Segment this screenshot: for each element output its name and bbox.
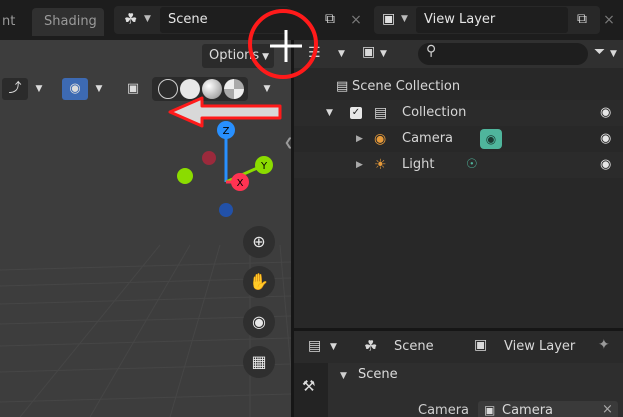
outliner-item-label: Scene Collection [352, 79, 461, 94]
camera-icon[interactable]: ◉ [243, 306, 275, 338]
collection-checkbox[interactable]: ✓ [350, 107, 362, 119]
grid-icon[interactable]: ▦ [243, 346, 275, 378]
neg-y-axis-handle [177, 168, 193, 184]
rendered-shading-icon[interactable] [224, 79, 244, 99]
properties-view-layer-label[interactable]: View Layer [504, 339, 575, 354]
workspace-tab-layout[interactable]: nt [2, 8, 24, 36]
chevron-down-icon[interactable]: ▼ [610, 49, 617, 59]
pin-icon[interactable]: ✦ [598, 337, 610, 353]
workspace-tab-shading[interactable]: Shading [32, 8, 104, 36]
navigation-gizmo[interactable]: Z Y X [170, 120, 280, 230]
tool-settings-wrench-icon[interactable]: ⚒ [302, 377, 315, 395]
new-scene-copy-icon[interactable]: ⧉ [318, 8, 342, 32]
outliner-row-collection[interactable]: ▼ ✓ ▤ Collection ◉ [294, 100, 623, 126]
top-header-bar: nt Shading ☘ ▼ Scene ⧉ × ▣ ▼ View Layer … [0, 0, 623, 40]
expand-triangle-icon[interactable]: ▶ [356, 152, 363, 178]
zoom-icon[interactable]: ⊕ [243, 226, 275, 258]
viewport-options-button[interactable]: Options ▼ [202, 44, 274, 68]
outliner-row-scene-collection[interactable]: ▤ Scene Collection [294, 74, 623, 100]
camera-field-label: Camera [418, 403, 470, 417]
z-axis-label: Z [223, 126, 230, 137]
material-preview-shading-icon[interactable] [202, 79, 222, 99]
editor-type-icon[interactable]: ☰ [308, 45, 321, 61]
expand-triangle-icon[interactable]: ▶ [356, 126, 363, 152]
filter-icon[interactable]: ⏷ [594, 44, 605, 60]
scene-icon: ☘ [124, 10, 138, 28]
collection-icon: ▤ [374, 105, 388, 121]
scene-panel-title[interactable]: Scene [358, 367, 398, 382]
display-mode-icon[interactable]: ▣ [362, 44, 375, 60]
properties-content: ▼ Scene Camera ▣ Camera × [328, 363, 623, 417]
scene-selector[interactable]: ☘ ▼ Scene [114, 6, 290, 34]
camera-icon: ▣ [484, 403, 496, 417]
gizmo-toggle-icon[interactable]: ⤴ [2, 78, 28, 100]
chevron-down-icon[interactable]: ▼ [260, 78, 274, 100]
camera-data-icon[interactable]: ◉ [480, 129, 502, 149]
view-layer-name-field[interactable]: View Layer [416, 7, 568, 33]
hand-icon[interactable]: ✋ [243, 266, 275, 298]
chevron-down-icon: ▼ [144, 14, 151, 24]
3d-viewport[interactable]: Options▼ ⤴ ▼ ◉ ▼ ▣ ▼ ❮ Z Y X ⊕ ✋ ◉ ▦ [0, 40, 291, 417]
view-layer-selector[interactable]: ▣ ▼ View Layer [374, 6, 600, 34]
camera-object-icon: ◉ [374, 131, 387, 147]
chevron-down-icon: ▼ [401, 14, 408, 24]
properties-panel: ▤ ▼ ☘ Scene ▣ View Layer ✦ ⚒ ▼ Scene Cam… [294, 331, 623, 417]
visibility-eye-icon[interactable]: ◉ [600, 126, 611, 152]
neg-z-axis-handle [219, 203, 233, 217]
camera-field-input[interactable]: ▣ Camera × [478, 401, 618, 417]
expand-triangle-icon[interactable]: ▼ [326, 100, 333, 126]
outliner-item-label: Camera [402, 131, 454, 146]
chevron-down-icon[interactable]: ▼ [380, 49, 387, 59]
chevron-down-icon[interactable]: ▼ [330, 342, 337, 352]
viewport-header-toolbar: ⤴ ▼ ◉ ▼ ▣ ▼ [0, 76, 291, 102]
delete-scene-close-icon[interactable]: × [345, 8, 367, 32]
delete-view-layer-close-icon[interactable]: × [598, 8, 620, 32]
chevron-down-icon[interactable]: ▼ [32, 78, 46, 100]
scene-icon: ☘ [364, 337, 378, 355]
outliner-item-label: Collection [402, 105, 467, 120]
scene-collection-icon: ▤ [336, 79, 349, 94]
xray-toggle-icon[interactable]: ▣ [122, 78, 144, 100]
solid-shading-icon[interactable] [180, 79, 200, 99]
outliner-search-input[interactable]: ⚲ [418, 43, 588, 65]
panel-collapse-triangle-icon[interactable]: ▼ [340, 371, 347, 381]
viewport-shading-group [152, 77, 248, 101]
sidebar-toggle-chevron-icon[interactable]: ❮ [284, 136, 291, 149]
editor-type-icon[interactable]: ▤ [308, 338, 321, 354]
chevron-down-icon[interactable]: ▼ [92, 78, 106, 100]
properties-tabs-sidebar: ⚒ [294, 363, 328, 417]
visibility-eye-icon[interactable]: ◉ [600, 152, 611, 178]
properties-scene-label[interactable]: Scene [394, 339, 434, 354]
x-axis-label: X [237, 178, 244, 189]
outliner-header: ☰ ▼ ▣ ▼ ⚲ ⏷ ▼ [294, 40, 623, 68]
chevron-down-icon: ▼ [262, 52, 270, 62]
outliner-row-camera[interactable]: ▶ ◉ Camera ◉ ◉ [294, 126, 623, 152]
y-axis-label: Y [260, 161, 268, 172]
neg-x-axis-handle [202, 151, 216, 165]
scene-name-field[interactable]: Scene [160, 7, 290, 33]
options-label: Options [209, 48, 260, 63]
outliner-panel: ☰ ▼ ▣ ▼ ⚲ ⏷ ▼ ▤ Scene Collection ▼ ✓ ▤ C… [294, 40, 623, 328]
light-object-icon: ☀ [374, 157, 387, 173]
properties-header: ▤ ▼ ☘ Scene ▣ View Layer ✦ [294, 331, 623, 363]
wireframe-shading-icon[interactable] [158, 79, 178, 99]
new-view-layer-copy-icon[interactable]: ⧉ [570, 8, 594, 32]
search-icon: ⚲ [426, 43, 437, 59]
view-layer-icon: ▣ [382, 11, 396, 27]
chevron-down-icon[interactable]: ▼ [338, 49, 345, 59]
outliner-row-light[interactable]: ▶ ☀ Light ☉ ◉ [294, 152, 623, 178]
clear-field-close-icon[interactable]: × [602, 402, 613, 417]
camera-field-value: Camera [502, 403, 554, 417]
view-layer-icon: ▣ [474, 337, 488, 353]
visibility-eye-icon[interactable]: ◉ [600, 100, 611, 126]
light-data-icon[interactable]: ☉ [466, 152, 478, 178]
outliner-item-label: Light [402, 157, 435, 172]
overlays-toggle-icon[interactable]: ◉ [62, 78, 88, 100]
